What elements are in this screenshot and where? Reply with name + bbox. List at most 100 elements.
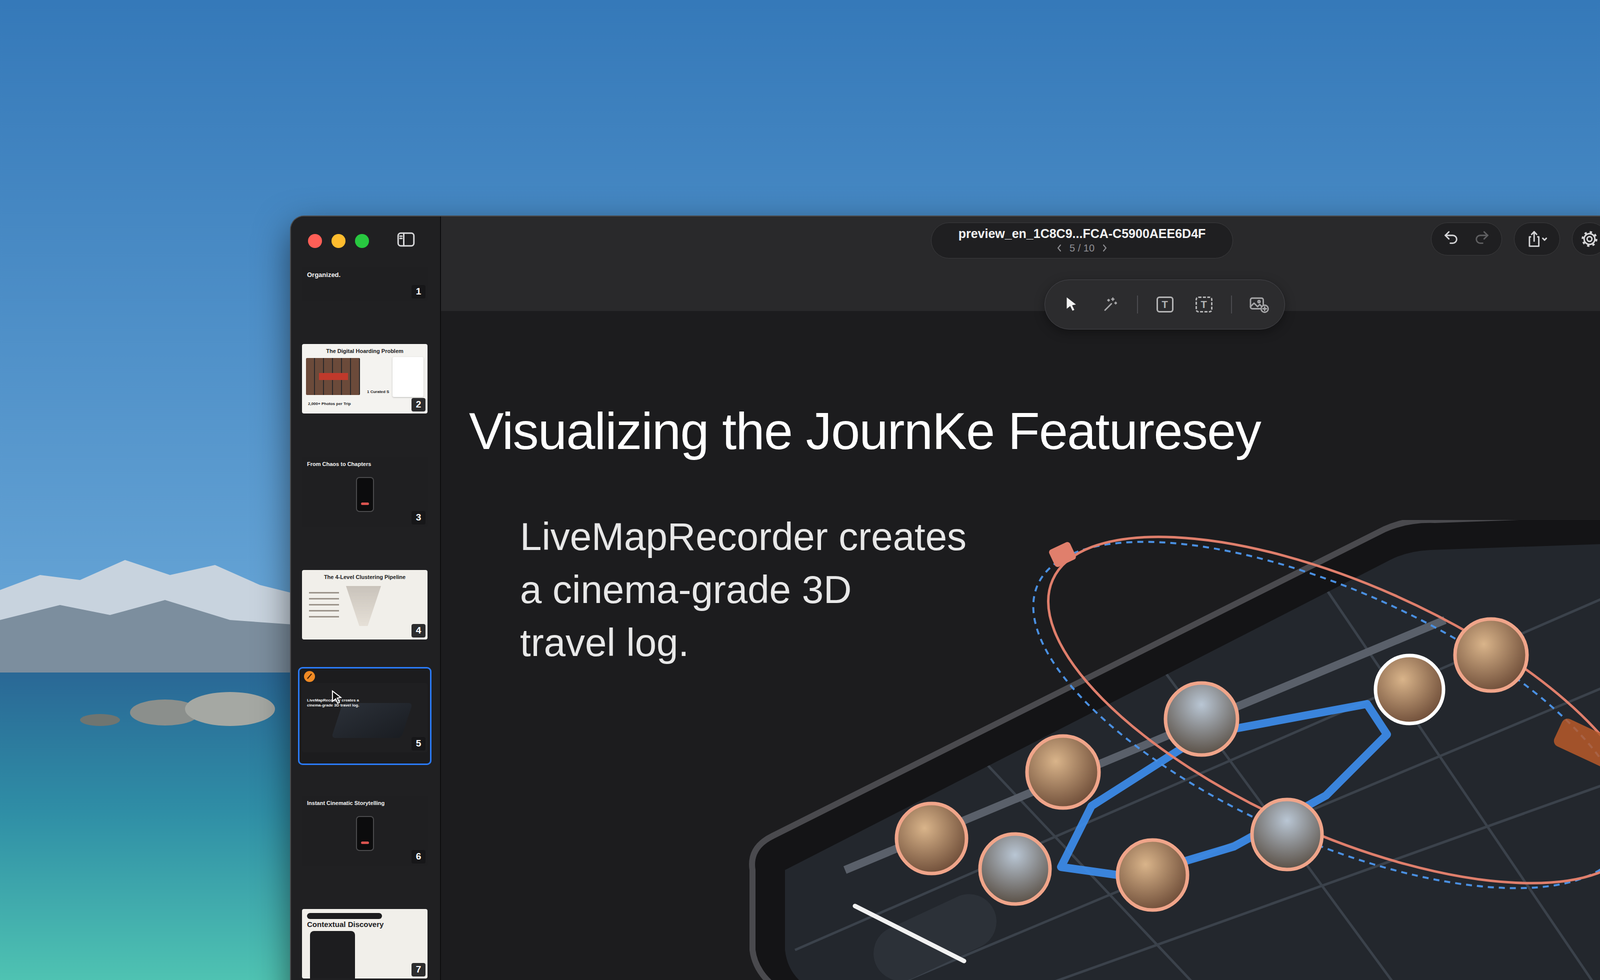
tool-glyph-text: T (1161, 299, 1168, 310)
slide-preview: Instant Cinematic Storytelling 6 (302, 796, 428, 866)
slide-number: 6 (411, 850, 426, 864)
mouse-cursor-icon-svg (330, 689, 344, 706)
redo-icon (1473, 229, 1491, 246)
phone-map-svg (745, 520, 1600, 980)
funnel-illustration (346, 586, 381, 626)
map-illustration (331, 703, 413, 738)
image-icon-svg (1249, 296, 1269, 313)
text-tool[interactable]: T (1153, 292, 1177, 317)
slide-text-line: LiveMapRecorder creates (520, 510, 1600, 563)
document-title[interactable]: preview_en_1C8C9...FCA-C5900AEE6D4F5 / 1… (931, 222, 1233, 259)
minimize-button[interactable] (331, 234, 346, 248)
slide-title: Organized. (307, 271, 423, 279)
slide-preview: The 4-Level Clustering Pipeline 4 (302, 570, 428, 640)
previous-page-icon[interactable] (1056, 244, 1063, 252)
slide-number: 7 (411, 963, 426, 977)
undo-button[interactable] (1442, 229, 1460, 250)
slide-thumbnail[interactable]: The 4-Level Clustering Pipeline 4 (302, 570, 428, 640)
slide-title: The 4-Level Clustering Pipeline (307, 574, 423, 581)
select-icon (1063, 296, 1079, 313)
slide-title: Contextual Discovery (307, 920, 423, 929)
slide-sidebar: Organized. 1 The Digital Hoarding Problem 2… (291, 216, 441, 980)
slide-preview: From Chaos to Chapters 3 (302, 457, 428, 527)
history-buttons (1431, 222, 1502, 256)
slide-thumbnail[interactable]: Organized. 1 (302, 267, 428, 301)
magic-tool[interactable] (1098, 292, 1122, 317)
phone-illustration (356, 816, 374, 851)
search-bar (307, 913, 382, 919)
close-button[interactable] (308, 234, 322, 248)
select-icon-svg (1063, 296, 1079, 313)
photo-grid (306, 358, 360, 395)
slide-caption: 1 Curated S (367, 390, 389, 395)
previous-page-icon-svg (1056, 244, 1063, 252)
slide-number: 4 (411, 624, 426, 638)
page-count: 5 / 10 (1069, 241, 1095, 255)
sidebar-toggle-icon-svg (397, 232, 415, 247)
gear-icon-svg (1580, 230, 1599, 248)
mouse-cursor-icon (330, 689, 344, 706)
magic-icon (1101, 296, 1119, 313)
image-tool[interactable] (1247, 292, 1271, 317)
slide-number: 3 (411, 511, 426, 525)
slide-text: LiveMapRecorder createsa cinema-grade 3D… (520, 510, 1600, 669)
next-page-icon-svg (1101, 244, 1108, 252)
text-icon: T (1156, 296, 1174, 313)
tool-glyph-text: T (1200, 299, 1207, 310)
edited-badge-icon (304, 671, 315, 682)
slide-title: Instant Cinematic Storytelling (307, 800, 423, 807)
slide-heading: Visualizing the JournKe Featuresey (469, 400, 1600, 463)
text-box-tool[interactable]: T (1192, 292, 1216, 317)
title-bar: preview_en_1C8C9...FCA-C5900AEE6D4F5 / 1… (441, 216, 1600, 311)
slide-thumbnail[interactable]: Instant Cinematic Storytelling 6 (302, 796, 428, 866)
slide-preview: Organized. 1 (302, 267, 428, 301)
slide-preview: LiveMapRecorder creates a cinema-grade 3… (302, 683, 428, 753)
slide-title: The Digital Hoarding Problem (307, 348, 423, 355)
slide-number: 2 (411, 398, 426, 412)
slide-text-line: a cinema-grade 3D (520, 563, 1600, 616)
slide-canvas: Visualizing the JournKe Featuresey LiveMa… (441, 311, 1600, 980)
image-icon (1249, 296, 1269, 313)
settings-button[interactable] (1572, 222, 1600, 256)
window-controls (291, 216, 440, 268)
slide-text-line: travel log. (520, 616, 1600, 669)
page-indicator: 5 / 10 (943, 241, 1221, 255)
tool-bar: TT (1044, 279, 1285, 330)
share-icon-svg (1525, 230, 1549, 248)
slide-preview: The Digital Hoarding Problem 2,000+ Photo… (302, 344, 428, 414)
slide-number: 1 (411, 285, 426, 299)
slide-thumbnail[interactable]: From Chaos to Chapters 3 (302, 457, 428, 527)
tool-separator (1231, 295, 1232, 314)
slide-title: From Chaos to Chapters (307, 461, 423, 468)
slide-preview: Contextual Discovery 7 (302, 909, 428, 979)
step-list (309, 592, 339, 620)
slide-caption: 2,000+ Photos per Trip (308, 402, 351, 407)
undo-icon (1442, 229, 1460, 246)
slide-thumbnail[interactable]: The Digital Hoarding Problem 2,000+ Photo… (302, 344, 428, 414)
magic-icon-svg (1101, 296, 1119, 313)
share-icon (1525, 230, 1549, 248)
file-name: preview_en_1C8C9...FCA-C5900AEE6D4F (943, 226, 1221, 242)
phone-illustration (356, 477, 374, 512)
sidebar-toggle-icon[interactable] (397, 232, 415, 247)
text-box-icon: T (1195, 296, 1213, 313)
select-tool[interactable] (1059, 292, 1083, 317)
share-button[interactable] (1514, 222, 1560, 256)
curated-card (392, 357, 424, 397)
main-area: preview_en_1C8C9...FCA-C5900AEE6D4F5 / 1… (441, 216, 1600, 980)
redo-icon-svg (1473, 229, 1491, 246)
undo-icon-svg (1442, 229, 1460, 246)
window-actions (1431, 222, 1600, 256)
zoom-button[interactable] (355, 234, 369, 248)
gear-icon (1580, 230, 1599, 248)
redo-button (1473, 229, 1491, 250)
slide-thumbnail[interactable]: LiveMapRecorder creates a cinema-grade 3… (298, 667, 432, 765)
slide-thumbnail[interactable]: Contextual Discovery 7 (302, 909, 428, 979)
tool-separator (1137, 295, 1138, 314)
phone-map-illustration (745, 520, 1600, 980)
slide-list: Organized. 1 The Digital Hoarding Problem 2… (291, 267, 440, 979)
phone-illustration (310, 931, 355, 979)
slide-number: 5 (411, 737, 426, 751)
preview-window: Organized. 1 The Digital Hoarding Problem 2… (291, 216, 1600, 980)
next-page-icon[interactable] (1101, 244, 1108, 252)
